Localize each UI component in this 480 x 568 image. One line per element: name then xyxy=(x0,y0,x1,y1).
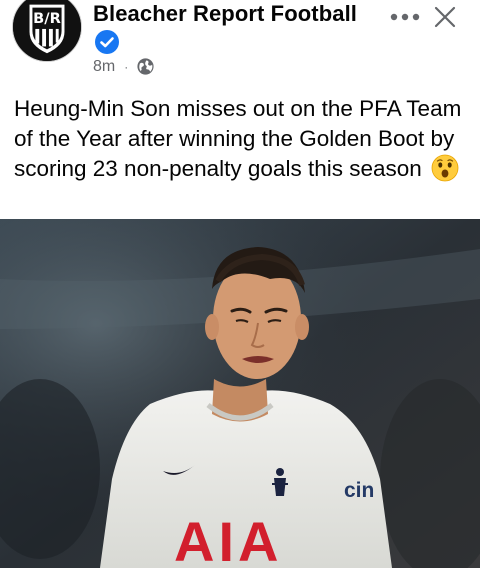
player-photo: cin AIA xyxy=(0,219,480,568)
post-text: Heung-Min Son misses out on the PFA Team… xyxy=(14,94,472,184)
post-photo[interactable]: cin AIA xyxy=(0,219,480,568)
page-avatar[interactable]: B/R xyxy=(12,0,82,62)
globe-icon xyxy=(137,58,154,75)
post-meta: 8m · xyxy=(93,57,155,76)
astonished-face-emoji xyxy=(431,154,459,182)
post-time[interactable]: 8m xyxy=(93,58,115,76)
post-caption: Heung-Min Son misses out on the PFA Team… xyxy=(14,96,462,181)
verified-badge-icon xyxy=(95,30,119,54)
shirt-sponsor: AIA xyxy=(174,510,282,568)
page-name[interactable]: Bleacher Report Football xyxy=(93,1,357,27)
close-icon[interactable] xyxy=(432,4,458,30)
meta-separator: · xyxy=(124,59,129,74)
more-options-icon[interactable] xyxy=(388,6,422,28)
avatar-text: B/R xyxy=(33,10,61,27)
post-header: B/R Bleacher Report Football 8m · xyxy=(0,0,480,88)
sleeve-sponsor: cin xyxy=(344,479,374,502)
bleacher-report-logo: B/R xyxy=(13,0,81,61)
